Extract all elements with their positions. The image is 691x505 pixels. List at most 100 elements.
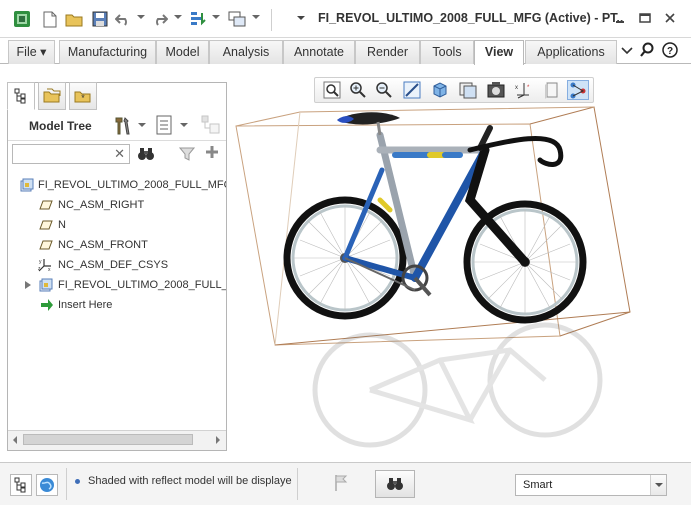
tab-manufacturing[interactable]: Manufacturing: [59, 40, 156, 64]
status-message: Shaded with reflect model will be displa…: [88, 475, 292, 487]
show-list-icon[interactable]: [156, 115, 172, 138]
help-icon[interactable]: ?: [662, 42, 678, 61]
scroll-right-icon[interactable]: [216, 436, 220, 444]
zoom-out-icon[interactable]: [373, 80, 395, 100]
tab-view[interactable]: View: [474, 40, 524, 65]
search-icon[interactable]: [640, 42, 654, 61]
redo-dropdown-icon[interactable]: [174, 15, 182, 19]
tree-item-full-jt[interactable]: FI_REVOL_ULTIMO_2008_FULL_JT: [8, 275, 226, 295]
tree-search-box: ✕: [12, 144, 130, 164]
settings-tools-icon[interactable]: [113, 116, 131, 139]
status-bar: Shaded with reflect model will be displa…: [0, 462, 691, 505]
bike-reflection: [312, 322, 603, 448]
add-plus-icon[interactable]: [205, 145, 219, 162]
separator: [66, 468, 67, 500]
app-logo-icon[interactable]: [12, 9, 32, 29]
show-dropdown-icon[interactable]: [180, 123, 188, 127]
tree-filter-icon[interactable]: [201, 115, 221, 138]
svg-text:y: y: [39, 259, 42, 265]
annotation-display-icon[interactable]: [541, 80, 563, 100]
svg-text:x: x: [48, 267, 51, 272]
svg-text:?: ?: [667, 46, 673, 57]
saddle: [337, 112, 400, 136]
datum-plane-icon: [39, 240, 53, 250]
collapse-ribbon-icon[interactable]: [621, 45, 633, 59]
svg-text:*: *: [81, 93, 85, 103]
datum-display-icon[interactable]: x *: [513, 80, 535, 100]
folder-browser-tab-icon[interactable]: [38, 82, 66, 110]
refit-icon[interactable]: [321, 80, 343, 100]
scrollbar-thumb[interactable]: [23, 434, 193, 445]
close-icon[interactable]: [662, 10, 678, 26]
zoom-in-icon[interactable]: [347, 80, 369, 100]
settings-dropdown-icon[interactable]: [138, 123, 146, 127]
separator: [271, 9, 272, 31]
tree-search-input[interactable]: [13, 145, 108, 163]
title-bar: FI_REVOL_ULTIMO_2008_FULL_MFG (Active) -…: [0, 0, 691, 38]
tree-item-nc-asm-front[interactable]: NC_ASM_FRONT: [8, 235, 226, 255]
tab-annotate[interactable]: Annotate: [283, 40, 355, 64]
tree-item-label: NC_ASM_DEF_CSYS: [58, 259, 169, 271]
selection-filter-value: Smart: [523, 479, 553, 491]
tab-analysis[interactable]: Analysis: [209, 40, 283, 64]
perspective-icon[interactable]: [485, 80, 507, 100]
expand-arrow-icon[interactable]: [24, 281, 32, 289]
tree-item-label: N: [58, 219, 66, 231]
scroll-left-icon[interactable]: [13, 436, 17, 444]
find-button[interactable]: [375, 470, 415, 498]
tab-render[interactable]: Render: [355, 40, 420, 64]
tree-item-root-assembly[interactable]: FI_REVOL_ULTIMO_2008_FULL_MFG.A: [8, 175, 226, 195]
ribbon-tab-bar: File ▾ Manufacturing Model Analysis Anno…: [0, 39, 691, 65]
message-bullet-icon: [75, 479, 80, 484]
minimize-icon[interactable]: [612, 10, 628, 26]
selection-filter-dropdown[interactable]: Smart: [515, 474, 667, 496]
repaint-icon[interactable]: [401, 80, 423, 100]
bicycle-model-view[interactable]: [229, 70, 689, 458]
tab-tools[interactable]: Tools: [420, 40, 474, 64]
tree-item-nc-asm-def-csys[interactable]: yxz NC_ASM_DEF_CSYS: [8, 255, 226, 275]
model-tree-list: FI_REVOL_ULTIMO_2008_FULL_MFG.A NC_ASM_R…: [8, 175, 226, 315]
insert-arrow-icon: [41, 299, 53, 311]
undo-icon[interactable]: [114, 9, 132, 29]
regenerate-icon[interactable]: [188, 9, 208, 29]
model-tree-label: Model Tree: [29, 119, 92, 133]
browser-toggle-icon[interactable]: [36, 474, 58, 496]
graphics-toolbar: x *: [314, 77, 594, 103]
saved-orientations-icon[interactable]: [457, 80, 479, 100]
customize-arrow-icon[interactable]: [297, 16, 305, 20]
model-tree-toggle-icon[interactable]: [10, 474, 32, 496]
clear-search-icon[interactable]: ✕: [114, 146, 125, 162]
new-file-icon[interactable]: [41, 9, 59, 29]
regenerate-dropdown-icon[interactable]: [212, 15, 220, 19]
graphics-window[interactable]: [229, 70, 689, 458]
favorites-tab-icon[interactable]: *: [69, 82, 97, 110]
redo-icon[interactable]: [151, 9, 169, 29]
find-binoculars-icon[interactable]: [137, 146, 155, 165]
save-icon[interactable]: [90, 9, 110, 29]
display-style-icon[interactable]: [429, 80, 451, 100]
tree-item-n[interactable]: N: [8, 215, 226, 235]
open-folder-icon[interactable]: [64, 9, 84, 29]
datum-plane-icon: [39, 220, 53, 230]
tree-item-insert-here[interactable]: Insert Here: [8, 295, 226, 315]
svg-text:*: *: [527, 85, 530, 91]
separator: [297, 468, 298, 500]
tree-item-nc-asm-right[interactable]: NC_ASM_RIGHT: [8, 195, 226, 215]
tab-file[interactable]: File ▾: [8, 40, 55, 64]
tab-model[interactable]: Model: [156, 40, 209, 64]
windows-dropdown-icon[interactable]: [252, 15, 260, 19]
spin-center-icon[interactable]: [567, 80, 589, 100]
model-tree-tab-icon[interactable]: [7, 82, 35, 110]
model-tree-toolbar: Model Tree ✕: [8, 111, 226, 164]
tree-item-label: FI_REVOL_ULTIMO_2008_FULL_MFG.A: [38, 179, 226, 191]
tab-applications[interactable]: Applications: [525, 40, 617, 64]
tree-scrollbar-area: [8, 430, 226, 450]
restore-icon[interactable]: [637, 10, 653, 26]
chevron-down-icon[interactable]: [650, 475, 666, 495]
assembly-icon: [20, 178, 34, 192]
flag-icon[interactable]: [334, 474, 348, 495]
windows-icon[interactable]: [227, 9, 247, 29]
filter-funnel-icon[interactable]: [178, 146, 196, 165]
assembly-icon: [39, 278, 53, 292]
undo-dropdown-icon[interactable]: [137, 15, 145, 19]
